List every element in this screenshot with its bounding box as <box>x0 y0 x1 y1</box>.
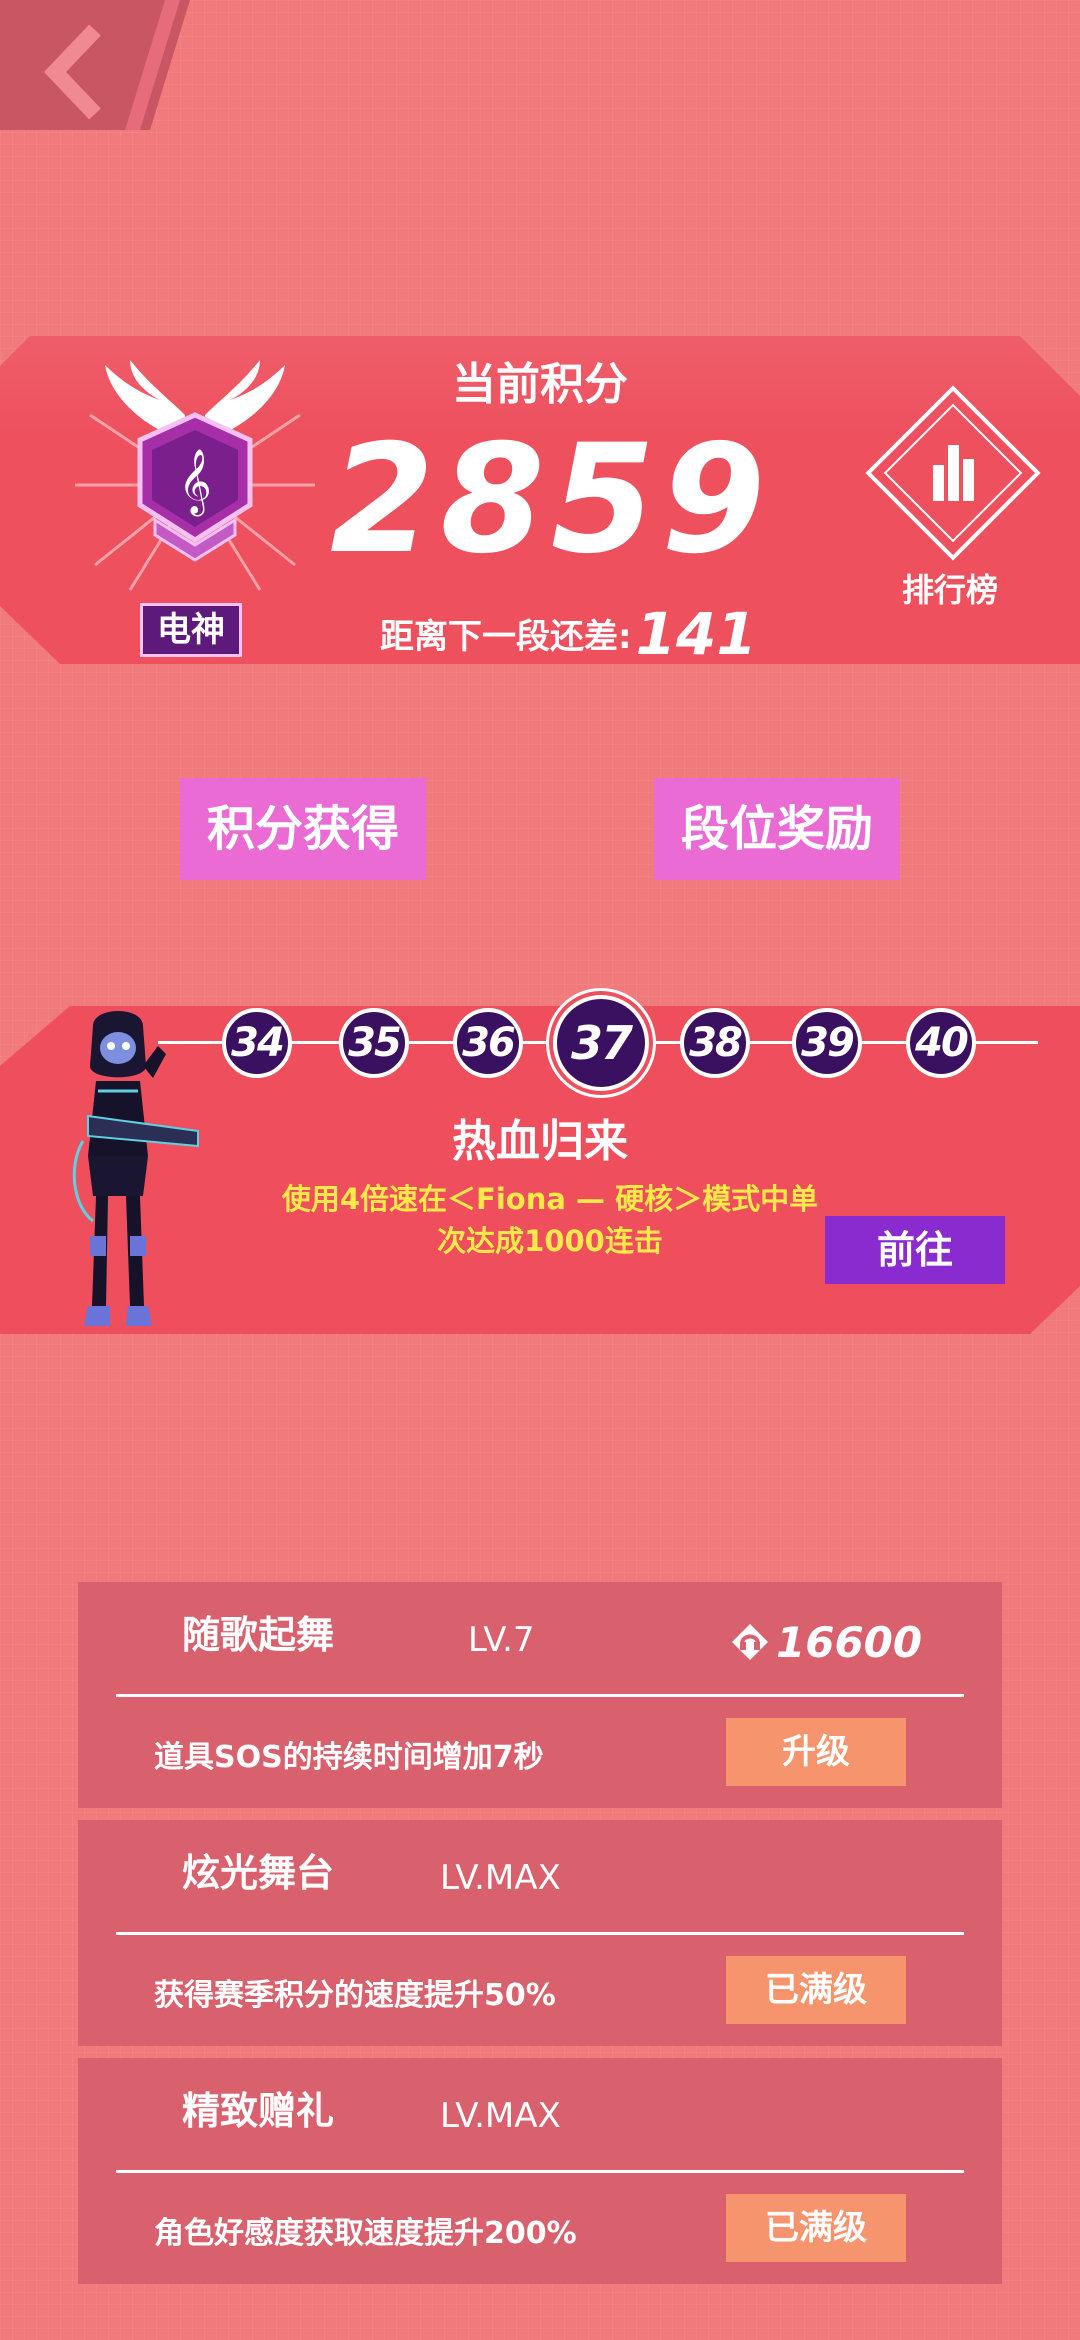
upgrade-name: 随歌起舞 <box>182 1613 335 1657</box>
svg-text:𝄞: 𝄞 <box>178 449 211 516</box>
level-node[interactable]: 34 <box>222 1008 292 1078</box>
next-rank-gap: 距离下一段还差:141 <box>380 600 757 668</box>
upgrade-button[interactable]: 升级 <box>726 1718 906 1786</box>
go-button[interactable]: 前往 <box>825 1216 1005 1284</box>
score-value: 2859 <box>330 413 772 587</box>
upgrade-description: 获得赛季积分的速度提升50% <box>154 1978 556 2013</box>
upgrade-card: 精致赠礼 LV.MAX 角色好感度获取速度提升200% 已满级 <box>78 2058 1002 2284</box>
back-button[interactable] <box>0 0 190 130</box>
upgrade-description: 角色好感度获取速度提升200% <box>154 2216 577 2251</box>
leaderboard-label: 排行榜 <box>901 571 998 609</box>
task-title: 热血归来 <box>452 1116 628 1167</box>
level-node[interactable]: 35 <box>339 1008 409 1078</box>
divider <box>116 2170 964 2173</box>
task-description-line: 次达成1000连击 <box>437 1224 663 1258</box>
upgrade-cost: 16600 <box>776 1618 923 1667</box>
level-node[interactable]: 36 <box>453 1008 523 1078</box>
next-rank-gap-label: 距离下一段还差: <box>380 617 632 657</box>
level-node[interactable]: 39 <box>792 1008 862 1078</box>
upgrade-name: 精致赠礼 <box>182 2089 335 2133</box>
upgrade-level: LV.MAX <box>440 2096 561 2136</box>
task-description: 使用4倍速在＜Fiona — 硬核＞模式中单 次达成1000连击 <box>250 1178 850 1262</box>
level-node[interactable]: 38 <box>680 1008 750 1078</box>
level-node-current[interactable]: 37 <box>553 995 649 1091</box>
upgrade-level: LV.7 <box>468 1620 535 1660</box>
maxed-button[interactable]: 已满级 <box>726 1956 906 2024</box>
divider <box>116 1694 964 1697</box>
points-gain-button[interactable]: 积分获得 <box>180 778 426 880</box>
divider <box>116 1932 964 1935</box>
maxed-button[interactable]: 已满级 <box>726 2194 906 2262</box>
rank-rewards-button[interactable]: 段位奖励 <box>654 778 900 880</box>
character-avatar <box>48 1006 208 1336</box>
upgrade-name: 炫光舞台 <box>182 1851 335 1895</box>
upgrade-card: 随歌起舞 LV.7 16600 道具SOS的持续时间增加7秒 升级 <box>78 1582 1002 1808</box>
upgrade-card: 炫光舞台 LV.MAX 获得赛季积分的速度提升50% 已满级 <box>78 1820 1002 2046</box>
upgrade-level: LV.MAX <box>440 1858 561 1898</box>
rank-name: 电神 <box>140 603 242 657</box>
next-rank-gap-value: 141 <box>635 600 757 668</box>
back-arrow-icon <box>0 0 190 130</box>
currency-icon <box>732 1624 768 1660</box>
leaderboard-icon <box>865 385 1041 561</box>
level-node[interactable]: 40 <box>906 1008 976 1078</box>
task-description-line: 使用4倍速在＜Fiona — 硬核＞模式中单 <box>281 1182 819 1216</box>
upgrade-description: 道具SOS的持续时间增加7秒 <box>154 1740 544 1775</box>
